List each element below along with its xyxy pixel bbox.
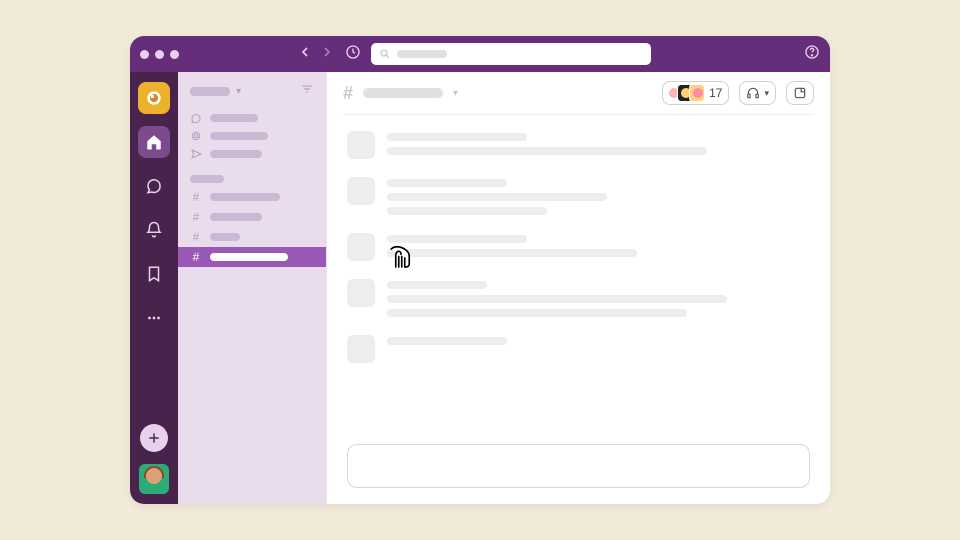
headphones-icon [746, 86, 760, 100]
sidebar-channel-item[interactable]: # [178, 207, 326, 227]
window-controls[interactable] [140, 50, 179, 59]
channel-header: # ▾ 17 ▾ [327, 72, 830, 114]
canvas-icon [793, 86, 807, 100]
bell-icon [145, 221, 163, 239]
more-icon [145, 309, 163, 327]
sidebar-quick-item[interactable] [178, 127, 326, 145]
member-count: 17 [709, 86, 722, 100]
message-avatar[interactable] [347, 131, 375, 159]
message-item[interactable] [347, 177, 810, 215]
search-placeholder [397, 50, 447, 58]
maximize-dot[interactable] [170, 50, 179, 59]
create-button[interactable] [140, 424, 168, 452]
dms-button[interactable] [138, 170, 170, 202]
history-icon[interactable] [345, 44, 361, 65]
forward-icon[interactable] [319, 44, 335, 65]
close-dot[interactable] [140, 50, 149, 59]
send-icon [190, 148, 202, 160]
home-icon [145, 133, 163, 151]
more-button[interactable] [138, 302, 170, 334]
member-count-button[interactable]: 17 [662, 81, 729, 105]
activity-button[interactable] [138, 214, 170, 246]
hash-icon: # [190, 230, 202, 244]
thread-icon [190, 112, 202, 124]
bookmark-icon [145, 265, 163, 283]
sidebar-quick-item[interactable] [178, 109, 326, 127]
message-avatar[interactable] [347, 177, 375, 205]
chevron-down-icon: ▾ [236, 86, 241, 97]
plus-icon [147, 431, 161, 445]
message-avatar[interactable] [347, 335, 375, 363]
hash-icon: # [190, 250, 202, 264]
app-window: ▾ # # # # # ▾ 17 [130, 36, 830, 504]
member-avatar [689, 84, 705, 102]
home-button[interactable] [138, 126, 170, 158]
hash-icon: # [343, 83, 353, 104]
back-icon[interactable] [297, 44, 313, 65]
sidebar-channel-item[interactable]: # [178, 187, 326, 207]
channel-sidebar: ▾ # # # # [178, 72, 326, 504]
nav-rail [130, 72, 178, 504]
help-icon[interactable] [804, 44, 820, 65]
search-input[interactable] [371, 43, 651, 65]
message-list [327, 115, 830, 444]
sidebar-channel-item[interactable]: # [178, 247, 326, 267]
message-composer[interactable] [347, 444, 810, 488]
canvas-button[interactable] [786, 81, 814, 105]
message-avatar[interactable] [347, 233, 375, 261]
workspace-icon [144, 88, 164, 108]
huddle-button[interactable]: ▾ [739, 81, 776, 105]
message-item[interactable] [347, 131, 810, 159]
titlebar [130, 36, 830, 72]
hash-icon: # [190, 190, 202, 204]
sidebar-quick-item[interactable] [178, 145, 326, 163]
channel-view: # ▾ 17 ▾ [326, 72, 830, 504]
workspace-switcher[interactable] [138, 82, 170, 114]
channel-name[interactable] [363, 88, 443, 98]
mention-icon [190, 130, 202, 142]
search-icon [379, 48, 391, 60]
hash-icon: # [190, 210, 202, 224]
message-item[interactable] [347, 233, 810, 261]
message-item[interactable] [347, 279, 810, 317]
message-item[interactable] [347, 335, 810, 363]
filter-icon[interactable] [300, 82, 314, 101]
sidebar-channel-item[interactable]: # [178, 227, 326, 247]
chevron-down-icon: ▾ [764, 88, 769, 99]
chevron-down-icon[interactable]: ▾ [453, 88, 458, 99]
nav-arrows [297, 44, 335, 65]
message-avatar[interactable] [347, 279, 375, 307]
channels-section-header[interactable] [178, 175, 326, 187]
workspace-header[interactable]: ▾ [178, 82, 326, 109]
user-avatar[interactable] [139, 464, 169, 494]
saved-button[interactable] [138, 258, 170, 290]
chat-icon [145, 177, 163, 195]
minimize-dot[interactable] [155, 50, 164, 59]
